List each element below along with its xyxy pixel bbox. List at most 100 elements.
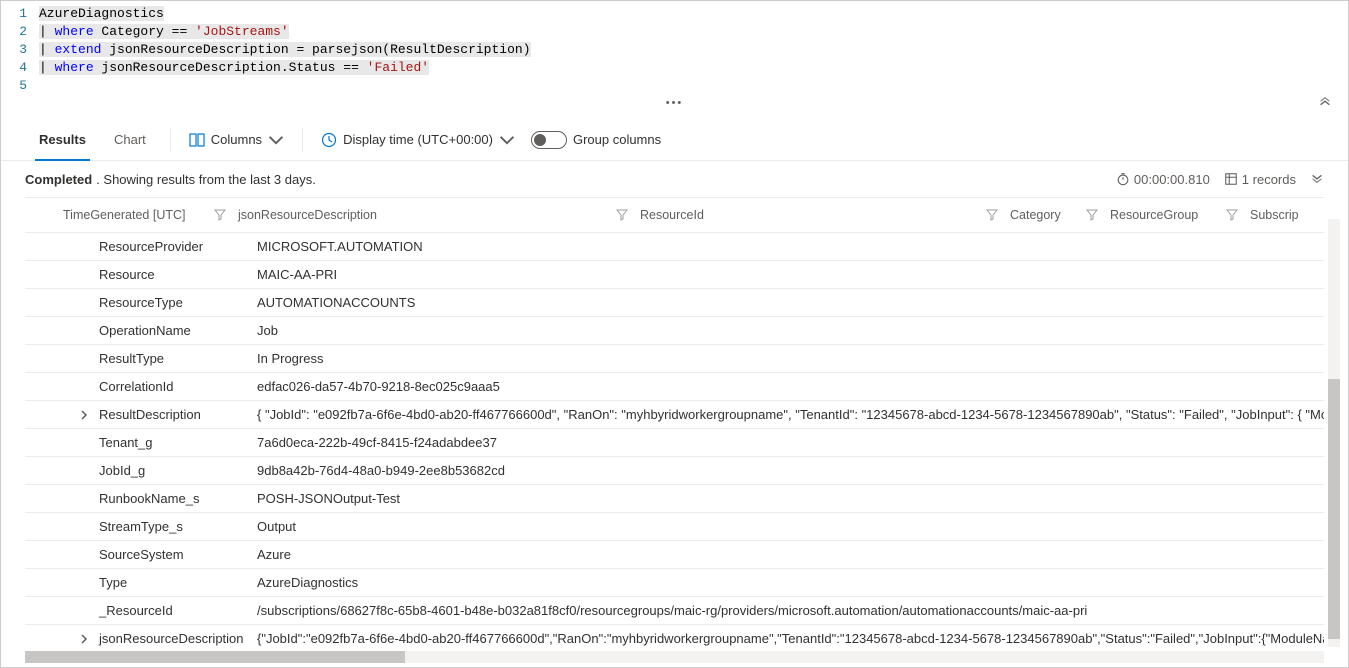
chevron-down-icon — [268, 132, 284, 148]
detail-row[interactable]: OperationNameJob — [25, 317, 1324, 345]
collapse-editor-icon[interactable] — [1318, 96, 1332, 113]
vertical-scrollbar[interactable] — [1328, 219, 1340, 647]
detail-row[interactable]: StreamType_sOutput — [25, 513, 1324, 541]
detail-key: Type — [99, 575, 257, 590]
detail-key: StreamType_s — [99, 519, 257, 534]
detail-row[interactable]: Tenant_g7a6d0eca-222b-49cf-8415-f24adabd… — [25, 429, 1324, 457]
scrollbar-thumb[interactable] — [1328, 379, 1340, 639]
toggle-switch-icon — [531, 131, 567, 149]
detail-value: MICROSOFT.AUTOMATION — [257, 239, 1324, 254]
col-header-resourceid[interactable]: ResourceId — [634, 208, 1004, 222]
group-columns-toggle[interactable]: Group columns — [523, 119, 669, 161]
detail-key: SourceSystem — [99, 547, 257, 562]
col-header-subscription[interactable]: Subscrip — [1244, 208, 1324, 222]
detail-key: JobId_g — [99, 463, 257, 478]
tab-chart[interactable]: Chart — [100, 119, 160, 161]
status-subtext: . Showing results from the last 3 days. — [96, 172, 316, 187]
detail-row[interactable]: ResultTypeIn Progress — [25, 345, 1324, 373]
detail-value: {"JobId":"e092fb7a-6f6e-4bd0-ab20-ff4677… — [257, 631, 1324, 646]
code-line: | extend jsonResourceDescription = parse… — [39, 42, 531, 57]
detail-key: _ResourceId — [99, 603, 257, 618]
detail-value: MAIC-AA-PRI — [257, 267, 1324, 282]
detail-row[interactable]: RunbookName_sPOSH-JSONOutput-Test — [25, 485, 1324, 513]
expand-caret[interactable] — [25, 410, 99, 420]
filter-icon — [1226, 209, 1238, 221]
line-gutter: 1 — [1, 5, 39, 23]
detail-key: Tenant_g — [99, 435, 257, 450]
group-columns-label: Group columns — [573, 132, 661, 147]
display-time-label: Display time (UTC+00:00) — [343, 132, 493, 147]
detail-row[interactable]: ResultDescription{ "JobId": "e092fb7a-6f… — [25, 401, 1324, 429]
detail-value: Azure — [257, 547, 1324, 562]
code-token: AzureDiagnostics — [39, 6, 164, 21]
col-header-timegenerated[interactable]: TimeGenerated [UTC] — [57, 208, 232, 222]
records-icon — [1224, 172, 1238, 186]
detail-row[interactable]: ResourceProviderMICROSOFT.AUTOMATION — [25, 233, 1324, 261]
code-line: | where jsonResourceDescription.Status =… — [39, 60, 429, 75]
expand-caret[interactable] — [25, 634, 99, 644]
detail-row[interactable]: TypeAzureDiagnostics — [25, 569, 1324, 597]
grid-header-row: TimeGenerated [UTC] jsonResourceDescript… — [25, 197, 1324, 233]
record-count: 1 records — [1224, 172, 1296, 187]
columns-label: Columns — [211, 132, 262, 147]
divider — [302, 128, 303, 152]
stopwatch-icon — [1116, 172, 1130, 186]
line-gutter: 2 — [1, 23, 39, 41]
detail-value: 9db8a42b-76d4-48a0-b949-2ee8b53682cd — [257, 463, 1324, 478]
clock-icon — [321, 132, 337, 148]
detail-key: ResourceProvider — [99, 239, 257, 254]
detail-row[interactable]: CorrelationIdedfac026-da57-4b70-9218-8ec… — [25, 373, 1324, 401]
columns-button[interactable]: Columns — [181, 119, 292, 161]
results-grid: TimeGenerated [UTC] jsonResourceDescript… — [1, 197, 1348, 653]
line-gutter: 5 — [1, 77, 39, 95]
detail-value: { "JobId": "e092fb7a-6f6e-4bd0-ab20-ff46… — [257, 407, 1324, 422]
detail-key: Resource — [99, 267, 257, 282]
columns-icon — [189, 132, 205, 148]
line-gutter: 4 — [1, 59, 39, 77]
detail-row[interactable]: SourceSystemAzure — [25, 541, 1324, 569]
line-gutter: 3 — [1, 41, 39, 59]
detail-row[interactable]: ResourceMAIC-AA-PRI — [25, 261, 1324, 289]
detail-value: POSH-JSONOutput-Test — [257, 491, 1324, 506]
detail-key: RunbookName_s — [99, 491, 257, 506]
detail-key: ResourceType — [99, 295, 257, 310]
detail-value: AzureDiagnostics — [257, 575, 1324, 590]
query-editor[interactable]: 1 AzureDiagnostics 2 | where Category ==… — [1, 1, 1348, 119]
col-header-category[interactable]: Category — [1004, 208, 1104, 222]
query-duration: 00:00:00.810 — [1116, 172, 1210, 187]
detail-key: CorrelationId — [99, 379, 257, 394]
filter-icon — [986, 209, 998, 221]
status-completed: Completed — [25, 172, 92, 187]
code-line: | where Category == 'JobStreams' — [39, 24, 289, 39]
detail-key: jsonResourceDescription — [99, 631, 257, 646]
detail-value: 7a6d0eca-222b-49cf-8415-f24adabdee37 — [257, 435, 1324, 450]
divider — [170, 128, 171, 152]
tab-results[interactable]: Results — [25, 119, 100, 161]
filter-icon — [214, 209, 226, 221]
detail-value: Output — [257, 519, 1324, 534]
chevron-right-icon — [79, 410, 89, 420]
col-header-resourcegroup[interactable]: ResourceGroup — [1104, 208, 1244, 222]
filter-icon — [616, 209, 628, 221]
detail-row[interactable]: _ResourceId/subscriptions/68627f8c-65b8-… — [25, 597, 1324, 625]
detail-value: Job — [257, 323, 1324, 338]
detail-key: OperationName — [99, 323, 257, 338]
detail-key: ResultDescription — [99, 407, 257, 422]
chevron-down-icon — [499, 132, 515, 148]
status-bar: Completed . Showing results from the las… — [1, 161, 1348, 197]
detail-row[interactable]: JobId_g9db8a42b-76d4-48a0-b949-2ee8b5368… — [25, 457, 1324, 485]
scrollbar-thumb[interactable] — [25, 651, 405, 663]
detail-value: In Progress — [257, 351, 1324, 366]
expand-down-icon[interactable] — [1310, 171, 1324, 188]
detail-value: AUTOMATIONACCOUNTS — [257, 295, 1324, 310]
horizontal-scrollbar[interactable] — [25, 651, 1324, 663]
editor-ellipsis-icon[interactable]: ••• — [1, 95, 1348, 111]
detail-key: ResultType — [99, 351, 257, 366]
detail-value: edfac026-da57-4b70-9218-8ec025c9aaa5 — [257, 379, 1324, 394]
detail-row[interactable]: ResourceTypeAUTOMATIONACCOUNTS — [25, 289, 1324, 317]
filter-icon — [1086, 209, 1098, 221]
detail-value: /subscriptions/68627f8c-65b8-4601-b48e-b… — [257, 603, 1324, 618]
detail-row[interactable]: jsonResourceDescription{"JobId":"e092fb7… — [25, 625, 1324, 653]
display-time-button[interactable]: Display time (UTC+00:00) — [313, 119, 523, 161]
col-header-jsonresourcedescription[interactable]: jsonResourceDescription — [232, 208, 634, 222]
